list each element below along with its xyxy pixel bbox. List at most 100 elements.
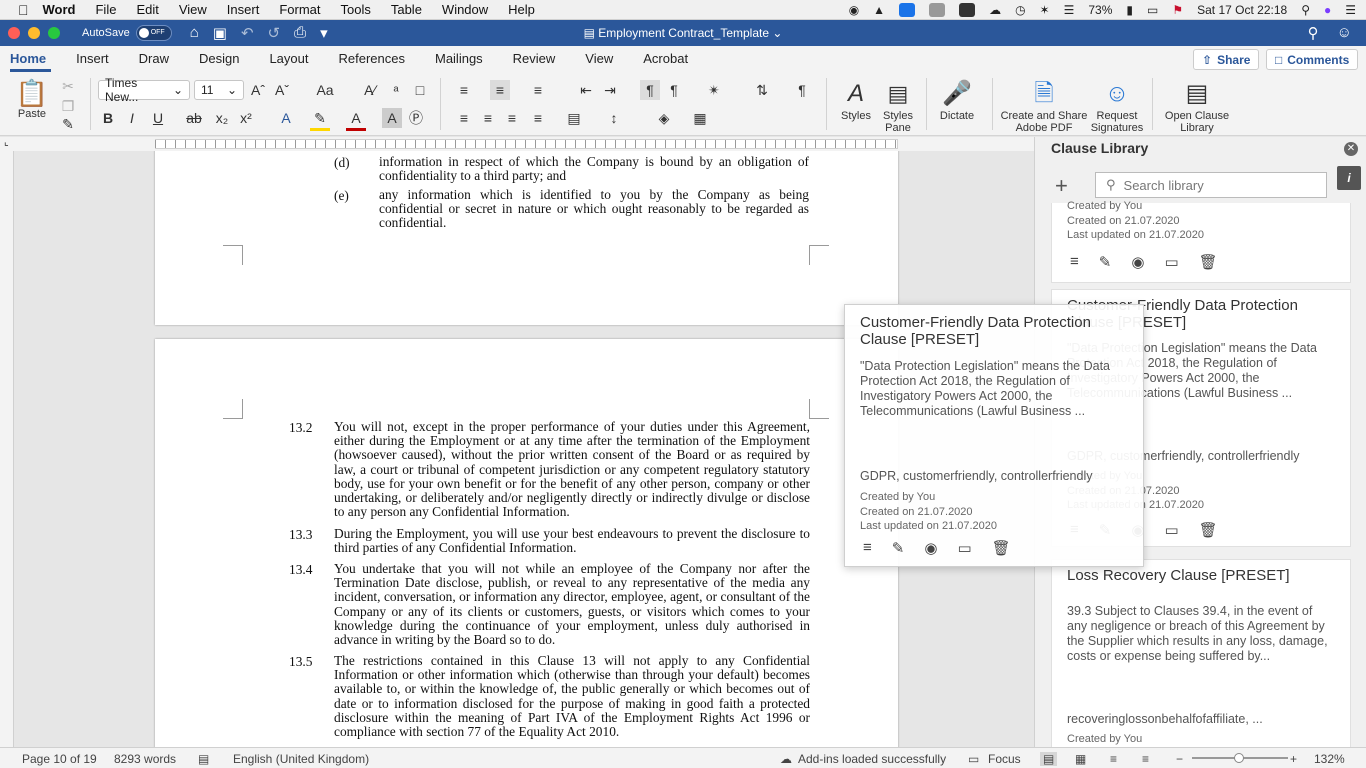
tab-design[interactable]: Design: [184, 51, 254, 72]
zoom-out-icon[interactable]: −: [1176, 752, 1183, 766]
ltr-icon[interactable]: ¶: [640, 80, 660, 100]
zoom-slider-handle[interactable]: [1234, 753, 1244, 763]
tab-insert[interactable]: Insert: [61, 51, 124, 72]
add-clause-icon[interactable]: +: [1055, 173, 1068, 199]
siri-icon[interactable]: ●: [1324, 3, 1331, 17]
delete-icon[interactable]: 🗑: [992, 539, 1011, 557]
align-left-icon[interactable]: ≡: [454, 108, 474, 128]
search-library-input[interactable]: ⚲ Search library: [1095, 172, 1327, 198]
redo-icon[interactable]: ↺: [268, 24, 281, 42]
shield-icon[interactable]: [929, 3, 946, 17]
vertical-ruler[interactable]: [0, 151, 14, 747]
tag-icon[interactable]: ▭: [1164, 253, 1178, 271]
preview-eye-icon[interactable]: ◉: [1131, 253, 1144, 271]
print-icon[interactable]: ⎙: [294, 24, 306, 42]
clock[interactable]: Sat 17 Oct 22:18: [1197, 3, 1287, 17]
decrease-indent-icon[interactable]: ⇤: [576, 80, 596, 100]
highlight-icon[interactable]: ✎: [310, 108, 330, 131]
preview-eye-icon[interactable]: ◉: [924, 539, 937, 557]
justify-icon[interactable]: ≡: [528, 108, 548, 128]
minimize-window-button[interactable]: [28, 27, 40, 39]
control-center-icon[interactable]: ☰: [1345, 3, 1356, 17]
account-icon[interactable]: ☺: [1337, 24, 1352, 42]
shrink-font-icon[interactable]: Aˇ: [272, 80, 292, 100]
enclose-character-icon[interactable]: Ⓟ: [406, 108, 426, 128]
insert-clause-icon[interactable]: ≡: [863, 539, 872, 557]
request-signatures-button[interactable]: ☺ Request Signatures: [1090, 78, 1144, 134]
save-icon[interactable]: ▣: [213, 24, 227, 42]
paragraph-shading-icon[interactable]: ◈: [654, 108, 674, 128]
shading-icon[interactable]: A: [382, 108, 402, 128]
bold-icon[interactable]: B: [98, 108, 118, 128]
format-painter-icon[interactable]: ✎: [58, 114, 78, 134]
autosave-toggle[interactable]: OFF: [135, 25, 172, 41]
font-size-select[interactable]: 11 ⌄: [194, 80, 244, 100]
edit-icon[interactable]: ✎: [892, 539, 905, 557]
home-icon[interactable]: ⌂: [190, 24, 199, 42]
wifi-icon[interactable]: ☰: [1064, 3, 1075, 17]
focus-icon[interactable]: ▭: [968, 752, 979, 766]
paste-button[interactable]: 📋 Paste: [10, 78, 54, 120]
menu-help[interactable]: Help: [508, 2, 535, 17]
delete-icon[interactable]: 🗑: [1199, 521, 1218, 539]
multilevel-list-icon[interactable]: ≡: [528, 80, 548, 100]
menu-file[interactable]: File: [95, 2, 116, 17]
menu-view[interactable]: View: [179, 2, 207, 17]
battery-icon[interactable]: ▮: [1126, 3, 1133, 17]
time-machine-icon[interactable]: ◷: [1015, 3, 1025, 17]
language[interactable]: English (United Kingdom): [233, 752, 369, 766]
share-button[interactable]: ⇧ Share: [1193, 49, 1260, 70]
subscript-icon[interactable]: x₂: [212, 108, 232, 128]
clause-paragraph[interactable]: During the Employment, you will use your…: [334, 526, 810, 555]
tab-acrobat[interactable]: Acrobat: [628, 51, 703, 72]
distributed-icon[interactable]: ▤: [564, 108, 584, 128]
tag-icon[interactable]: ▭: [957, 539, 971, 557]
clause-card[interactable]: Created by You Created on 21.07.2020 Las…: [1051, 200, 1351, 283]
grow-font-icon[interactable]: Aˆ: [248, 80, 268, 100]
search-icon[interactable]: ⚲: [1308, 24, 1319, 42]
rtl-icon[interactable]: ¶: [664, 80, 684, 100]
menu-table[interactable]: Table: [391, 2, 422, 17]
undo-icon[interactable]: ↶: [241, 24, 254, 42]
battery-percent[interactable]: 73%: [1088, 3, 1112, 17]
comments-button[interactable]: □ Comments: [1266, 49, 1359, 70]
copy-icon[interactable]: ❐: [58, 96, 78, 116]
bluetooth-icon[interactable]: ✶: [1040, 3, 1050, 17]
styles-button[interactable]: A Styles: [836, 78, 876, 122]
italic-icon[interactable]: I: [122, 108, 142, 128]
flag-uk-icon[interactable]: ⚑: [1172, 3, 1183, 17]
close-window-button[interactable]: [8, 27, 20, 39]
line-spacing-icon[interactable]: ↕: [604, 108, 624, 128]
clause-paragraph[interactable]: The restrictions contained in this Claus…: [334, 653, 810, 739]
font-color-icon[interactable]: A: [346, 108, 366, 131]
phonetic-guide-icon[interactable]: ᵃ: [386, 80, 406, 100]
airplay-icon[interactable]: ▭: [1147, 3, 1158, 17]
text-effects-icon[interactable]: A: [276, 108, 296, 128]
align-right-icon[interactable]: ≡: [502, 108, 522, 128]
menu-format[interactable]: Format: [279, 2, 320, 17]
accessibility-icon[interactable]: ▲: [873, 3, 885, 17]
open-clause-library-button[interactable]: ▤ Open Clause Library: [1162, 78, 1232, 134]
styles-pane-button[interactable]: ▤ Styles Pane: [878, 78, 918, 134]
cloud-icon[interactable]: ☁: [989, 3, 1001, 17]
tab-references[interactable]: References: [324, 51, 420, 72]
proofing-icon[interactable]: ▤: [198, 752, 209, 766]
horizontal-ruler[interactable]: ⌞: [0, 137, 1034, 151]
paragraph[interactable]: information in respect of which the Comp…: [379, 154, 809, 183]
print-layout-icon[interactable]: ▤: [1040, 752, 1058, 766]
focus-mode[interactable]: Focus: [988, 752, 1021, 766]
numbering-icon[interactable]: ≡: [490, 80, 510, 100]
tab-review[interactable]: Review: [498, 51, 571, 72]
dictate-button[interactable]: 🎤 Dictate: [934, 78, 980, 122]
show-formatting-marks-icon[interactable]: ¶: [792, 80, 812, 100]
spotlight-icon[interactable]: ⚲: [1301, 3, 1310, 17]
superscript-icon[interactable]: x²: [236, 108, 256, 128]
sort-icon[interactable]: ⇅: [752, 80, 772, 100]
asian-layout-icon[interactable]: ✴: [704, 80, 724, 100]
word-count[interactable]: 8293 words: [114, 752, 176, 766]
bullets-icon[interactable]: ≡: [454, 80, 474, 100]
cut-icon[interactable]: ✂: [58, 76, 78, 96]
menu-app-name[interactable]: Word: [43, 2, 76, 17]
tab-layout[interactable]: Layout: [254, 51, 323, 72]
zoom-in-icon[interactable]: +: [1290, 752, 1297, 766]
